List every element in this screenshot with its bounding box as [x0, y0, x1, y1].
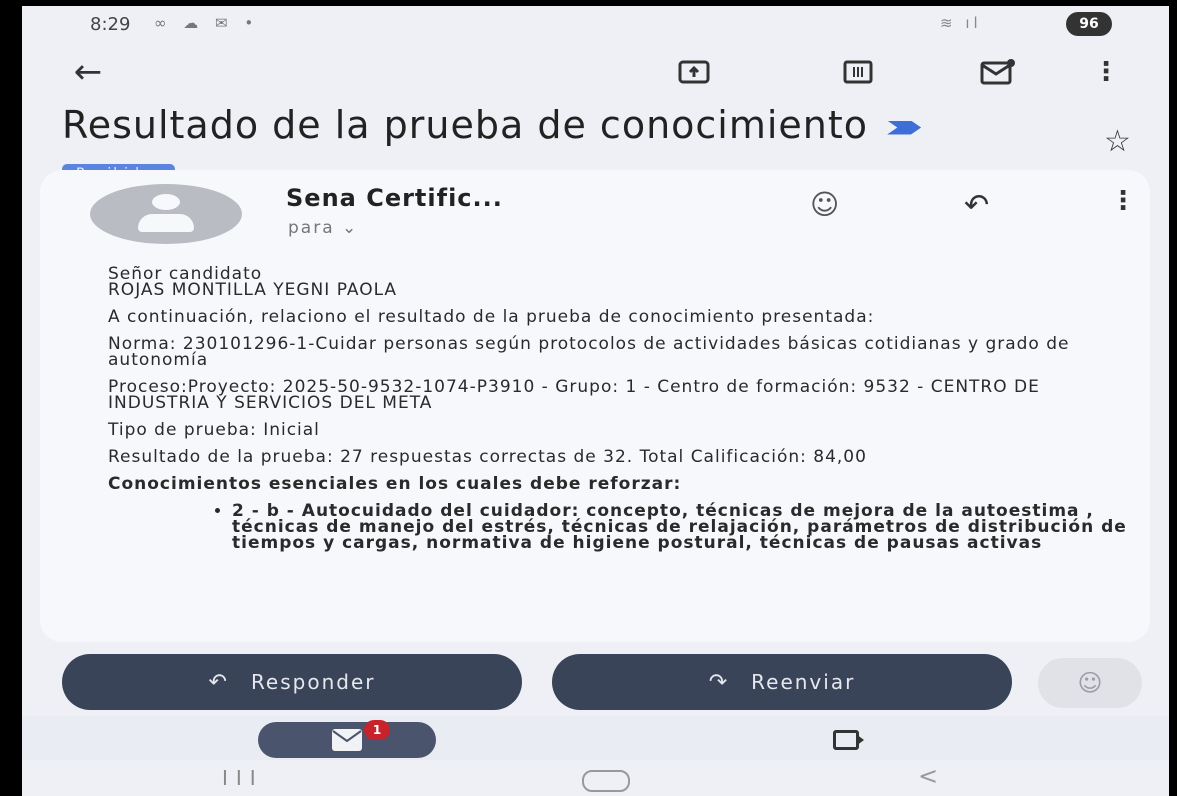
- trash-icon: [843, 60, 873, 84]
- react-button[interactable]: ☺: [1038, 658, 1142, 708]
- email-subject: Resultado de la prueba de conocimiento: [62, 103, 869, 147]
- reply-label: Responder: [250, 670, 376, 694]
- message-more-button[interactable]: ⋮: [1110, 186, 1136, 216]
- notification-icons: ∞ ☁ ✉ •: [154, 14, 260, 32]
- smiley-icon: ☺: [1077, 669, 1103, 697]
- more-options-button[interactable]: ⋮: [1082, 52, 1130, 92]
- forward-action-button[interactable]: ↷ Reenviar: [552, 654, 1012, 710]
- person-head-icon: [152, 194, 180, 210]
- more-vert-icon: ⋮: [1110, 186, 1136, 216]
- smiley-icon: ☺: [810, 188, 840, 221]
- sender-name[interactable]: Sena Certific...: [286, 184, 503, 212]
- reinforce-heading: Conocimientos esenciales en los cuales d…: [108, 474, 682, 494]
- forward-icon: ↷: [708, 669, 730, 695]
- email-body: Señor candidato ROJAS MONTILLA YEGNI PAO…: [108, 266, 1138, 552]
- status-time: 8:29: [90, 14, 131, 35]
- tab-meet[interactable]: [822, 726, 870, 754]
- body-resultado: Resultado de la prueba: 27 respuestas co…: [108, 447, 867, 467]
- message-card: Sena Certific... para ⌄ ☺ ↶ ⋮ Señor cand…: [40, 170, 1150, 642]
- home-button[interactable]: [582, 770, 630, 792]
- recipient-details-toggle[interactable]: para ⌄: [288, 218, 358, 238]
- add-reaction-button[interactable]: ☺: [810, 188, 839, 221]
- status-bar: 8:29 ∞ ☁ ✉ • ≋ ıl 96: [22, 6, 1169, 44]
- archive-button[interactable]: [670, 52, 718, 92]
- candidate-name: ROJAS MONTILLA YEGNI PAOLA: [108, 280, 398, 300]
- avatar[interactable]: [90, 184, 242, 244]
- reply-icon: ↶: [208, 669, 229, 695]
- body-intro: A continuación, relaciono el resultado d…: [108, 307, 875, 327]
- mark-unread-button[interactable]: [974, 52, 1022, 92]
- list-item: 2 - b - Autocuidado del cuidador: concep…: [232, 503, 1138, 552]
- reply-button[interactable]: ↶: [964, 188, 989, 223]
- body-proceso: Proceso:Proyecto: 2025-50-9532-1074-P391…: [108, 377, 1040, 413]
- email-toolbar: ← ⋮: [22, 48, 1169, 98]
- important-marker-icon: [887, 120, 922, 135]
- back-arrow-icon: ←: [73, 52, 103, 92]
- person-body-icon: [138, 214, 194, 232]
- system-navigation-bar: III <: [22, 762, 1169, 796]
- topics-list: 2 - b - Autocuidado del cuidador: concep…: [108, 503, 1138, 552]
- signal-icons: ≋ ıl: [940, 14, 982, 32]
- back-button[interactable]: ←: [64, 52, 112, 92]
- unread-count-badge: 1: [364, 720, 390, 740]
- body-norma: Norma: 230101296-1-Cuidar personas según…: [108, 334, 1070, 370]
- star-button[interactable]: ☆: [1104, 124, 1131, 159]
- mark-unread-icon: [980, 59, 1015, 85]
- body-greeting: Señor candidato ROJAS MONTILLA YEGNI PAO…: [108, 266, 1138, 300]
- delete-button[interactable]: [834, 52, 882, 92]
- recents-button[interactable]: III: [222, 766, 264, 790]
- tab-mail[interactable]: 1: [258, 720, 436, 758]
- system-back-button[interactable]: <: [918, 762, 938, 790]
- forward-label: Reenviar: [751, 670, 856, 694]
- star-icon: ☆: [1104, 124, 1131, 159]
- reply-icon: ↶: [964, 188, 990, 223]
- battery-indicator: 96: [1066, 12, 1112, 36]
- video-camera-icon: [833, 730, 864, 750]
- bottom-navigation: 1: [22, 716, 1169, 760]
- phone-screen: 8:29 ∞ ☁ ✉ • ≋ ıl 96 ← ⋮ Resultado de la…: [22, 6, 1169, 796]
- more-vert-icon: ⋮: [1093, 57, 1119, 87]
- body-tipo: Tipo de prueba: Inicial: [108, 420, 320, 440]
- archive-icon: [678, 60, 710, 84]
- reply-action-button[interactable]: ↶ Responder: [62, 654, 522, 710]
- mail-icon: [332, 729, 362, 751]
